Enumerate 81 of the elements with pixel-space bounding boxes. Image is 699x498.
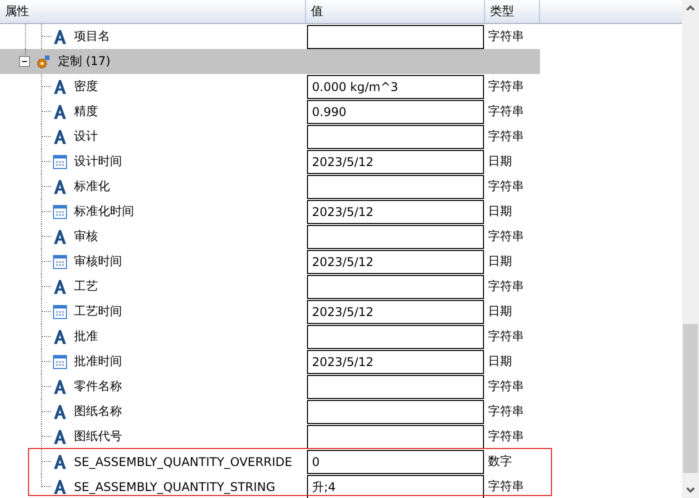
letter-a-icon <box>53 104 67 118</box>
property-type: 字符串 <box>488 28 524 45</box>
property-type: 日期 <box>488 303 512 320</box>
letter-a-icon <box>53 380 67 394</box>
letter-a-icon <box>53 30 67 44</box>
property-name: 审核时间 <box>74 253 122 270</box>
property-type: 字符串 <box>488 128 524 145</box>
letter-a-icon <box>53 80 67 94</box>
property-name: 密度 <box>74 78 98 95</box>
letter-a-icon <box>53 430 67 444</box>
property-name: 零件名称 <box>74 378 122 395</box>
property-type: 字符串 <box>488 228 524 245</box>
property-name: 标准化 <box>74 178 110 195</box>
calendar-icon <box>53 154 67 168</box>
property-name: 标准化时间 <box>74 203 134 220</box>
scrollbar[interactable] <box>682 0 699 498</box>
group-row[interactable]: 定制 (17) <box>0 49 540 74</box>
value-field[interactable]: 升;4 <box>307 474 484 498</box>
property-name: 设计 <box>74 128 98 145</box>
value-field[interactable]: 2023/5/12 <box>307 350 484 374</box>
value-field[interactable]: 2023/5/12 <box>307 150 484 174</box>
property-type: 日期 <box>488 253 512 270</box>
calendar-icon <box>53 254 67 268</box>
property-type: 字符串 <box>488 178 524 195</box>
property-name: SE_ASSEMBLY_QUANTITY_STRING <box>74 480 276 494</box>
property-name: 批准 <box>74 328 98 345</box>
group-label: 定制 (17) <box>58 53 110 70</box>
value-field[interactable] <box>307 424 484 448</box>
value-field[interactable] <box>307 400 484 424</box>
property-name: 图纸代号 <box>74 428 122 445</box>
letter-a-icon <box>53 454 67 468</box>
property-name: 工艺 <box>74 278 98 295</box>
letter-a-icon <box>53 230 67 244</box>
property-type: 日期 <box>488 353 512 370</box>
property-name: 批准时间 <box>74 353 122 370</box>
column-header[interactable]: 值 <box>306 0 485 23</box>
calendar-icon <box>53 354 67 368</box>
value-field[interactable] <box>307 274 484 298</box>
property-type: 字符串 <box>488 278 524 295</box>
value-field[interactable] <box>307 124 484 148</box>
property-type: 字符串 <box>488 328 524 345</box>
property-name: 图纸名称 <box>74 403 122 420</box>
value-field[interactable] <box>307 174 484 198</box>
letter-a-icon <box>53 330 67 344</box>
property-name: 精度 <box>74 103 98 120</box>
value-field[interactable] <box>307 224 484 248</box>
column-header[interactable]: 属性 <box>0 0 306 23</box>
property-type: 字符串 <box>488 403 524 420</box>
property-type: 字符串 <box>488 378 524 395</box>
value-field[interactable] <box>307 374 484 398</box>
value-field[interactable]: 2023/5/12 <box>307 200 484 224</box>
property-type: 字符串 <box>488 78 524 95</box>
property-name: 审核 <box>74 228 98 245</box>
letter-a-icon <box>53 180 67 194</box>
value-field[interactable]: 0 <box>307 450 484 474</box>
property-name: 工艺时间 <box>74 303 122 320</box>
property-type: 字符串 <box>488 478 524 495</box>
property-type: 字符串 <box>488 428 524 445</box>
collapse-toggle[interactable] <box>19 56 30 67</box>
letter-a-icon <box>53 480 67 494</box>
letter-a-icon <box>53 280 67 294</box>
property-type: 日期 <box>488 203 512 220</box>
property-name: 设计时间 <box>74 153 122 170</box>
value-field[interactable] <box>307 324 484 348</box>
letter-a-icon <box>53 130 67 144</box>
property-name: SE_ASSEMBLY_QUANTITY_OVERRIDE <box>74 454 292 468</box>
value-field[interactable]: 2023/5/12 <box>307 300 484 324</box>
value-field[interactable] <box>307 24 484 48</box>
scroll-thumb[interactable] <box>683 324 698 473</box>
calendar-icon <box>53 204 67 218</box>
column-header[interactable]: 类型 <box>485 0 540 23</box>
calendar-icon <box>53 304 67 318</box>
value-field[interactable]: 2023/5/12 <box>307 250 484 274</box>
property-type: 日期 <box>488 153 512 170</box>
value-field[interactable]: 0.000 kg/m^3 <box>307 74 484 98</box>
letter-a-icon <box>53 404 67 418</box>
gear-icon <box>36 54 50 68</box>
property-type: 数字 <box>488 453 512 470</box>
property-type: 字符串 <box>488 103 524 120</box>
value-field[interactable]: 0.990 <box>307 100 484 124</box>
property-name: 项目名 <box>74 28 110 45</box>
